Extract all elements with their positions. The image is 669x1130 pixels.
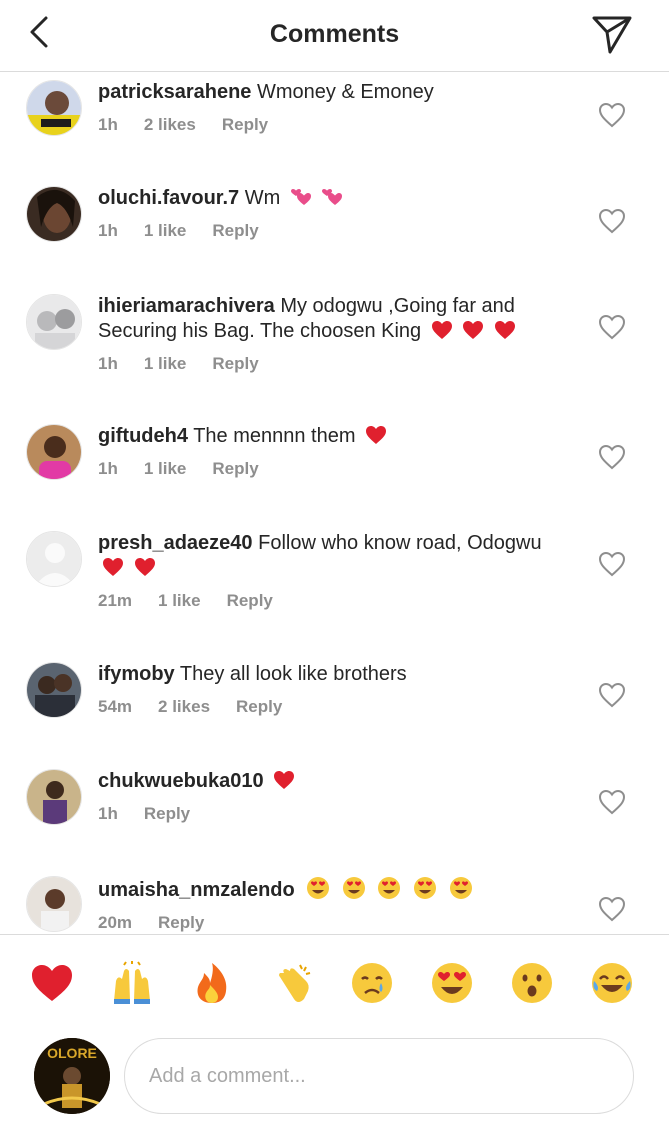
comment-item: presh_adaeze40 Follow who know road, Odo… [0, 527, 669, 647]
avatar[interactable] [26, 294, 82, 350]
red-heart-emoji [463, 321, 484, 339]
avatar-logo-text: OLORE [47, 1045, 97, 1061]
red-heart-emoji [366, 426, 387, 444]
red-heart-emoji [274, 771, 295, 789]
comment-composer: OLORE Add a comment... [0, 1032, 669, 1130]
avatar[interactable] [26, 662, 82, 718]
likes-count[interactable]: 1 like [144, 459, 187, 478]
red-heart-emoji [134, 558, 155, 576]
comment-time: 1h [98, 459, 118, 478]
like-heart-icon[interactable] [598, 896, 626, 922]
reply-button[interactable]: Reply [144, 804, 190, 823]
avatar[interactable] [26, 424, 82, 480]
comment-text: The mennnn them [193, 425, 356, 447]
comment-item: patricksarahene Wmoney & Emoney 1h 2 like… [0, 76, 669, 176]
comment-time: 1h [98, 115, 118, 134]
top-bar: Comments [0, 0, 669, 72]
reply-button[interactable]: Reply [222, 115, 268, 134]
heart-eyes-emoji [342, 877, 365, 899]
red-heart-emoji [103, 558, 123, 576]
page-title: Comments [269, 20, 400, 48]
comment-item: umaisha_nmzalendo 20m Reply [0, 872, 669, 932]
like-heart-icon[interactable] [598, 208, 626, 234]
comment-time: 21m [98, 591, 133, 610]
avatar[interactable] [26, 876, 82, 932]
comment-username[interactable]: patricksarahene [98, 81, 251, 103]
comment-item: oluchi.favour.7 Wm 1h 1 like Reply [0, 182, 669, 282]
two-hearts-emoji [290, 189, 311, 205]
paper-plane-icon[interactable] [588, 12, 636, 56]
avatar[interactable] [26, 769, 82, 825]
red-heart-emoji[interactable] [30, 961, 74, 1005]
reply-button[interactable]: Reply [158, 913, 204, 932]
heart-eyes-emoji [307, 877, 330, 899]
like-heart-icon[interactable] [598, 551, 626, 577]
likes-count[interactable]: 1 like [144, 221, 187, 240]
red-heart-emoji [431, 321, 452, 339]
comment-time: 1h [98, 354, 118, 373]
comment-username[interactable]: chukwuebuka010 [98, 770, 264, 792]
comment-text: Wmoney & Emoney [256, 81, 434, 103]
surprised-face-emoji[interactable] [510, 961, 554, 1005]
red-heart-emoji [494, 321, 515, 339]
likes-count[interactable]: 2 likes [158, 697, 210, 716]
current-user-avatar[interactable]: OLORE [34, 1038, 110, 1114]
reply-button[interactable]: Reply [212, 459, 258, 478]
reply-button[interactable]: Reply [227, 591, 273, 610]
raising-hands-emoji[interactable] [110, 961, 154, 1005]
comment-placeholder: Add a comment... [149, 1065, 306, 1087]
comment-time: 1h [98, 804, 118, 823]
heart-eyes-emoji [449, 877, 472, 899]
comment-item: ihieriamarachivera My odogwu ,Going far … [0, 290, 669, 410]
like-heart-icon[interactable] [598, 444, 626, 470]
comments-list[interactable]: patricksarahene Wmoney & Emoney 1h 2 like… [0, 72, 669, 932]
likes-count[interactable]: 2 likes [144, 115, 196, 134]
heart-eyes-emoji [413, 877, 436, 899]
comment-item: ifymoby They all look like brothers 54m 2… [0, 658, 669, 758]
heart-eyes-emoji[interactable] [430, 961, 474, 1005]
reply-button[interactable]: Reply [212, 221, 258, 240]
avatar[interactable] [26, 80, 82, 136]
add-comment-input[interactable]: Add a comment... [124, 1038, 634, 1114]
avatar[interactable] [26, 531, 82, 587]
like-heart-icon[interactable] [598, 314, 626, 340]
comment-text: Wm [244, 187, 281, 209]
crying-face-emoji[interactable] [350, 961, 394, 1005]
comment-username[interactable]: ihieriamarachivera [98, 295, 275, 317]
comment-time: 54m [98, 697, 133, 716]
comment-username[interactable]: giftudeh4 [98, 425, 188, 447]
comment-item: chukwuebuka010 1h Reply [0, 765, 669, 865]
comment-time: 1h [98, 221, 118, 240]
comment-text: Follow who know road, Odogwu [258, 532, 542, 554]
like-heart-icon[interactable] [598, 789, 626, 815]
comment-username[interactable]: umaisha_nmzalendo [98, 879, 295, 901]
comment-username[interactable]: ifymoby [98, 663, 175, 685]
reply-button[interactable]: Reply [236, 697, 282, 716]
clapping-hands-emoji[interactable] [270, 961, 314, 1005]
like-heart-icon[interactable] [598, 102, 626, 128]
comment-text: They all look like brothers [179, 663, 407, 685]
fire-emoji[interactable] [190, 961, 234, 1005]
comment-item: giftudeh4 The mennnn them 1h 1 like Reply [0, 420, 669, 520]
two-hearts-emoji [322, 189, 343, 205]
likes-count[interactable]: 1 like [158, 591, 201, 610]
comment-username[interactable]: presh_adaeze40 [98, 532, 253, 554]
reply-button[interactable]: Reply [212, 354, 258, 373]
quick-reactions-bar [0, 934, 669, 1032]
comment-time: 20m [98, 913, 133, 932]
like-heart-icon[interactable] [598, 682, 626, 708]
avatar[interactable] [26, 186, 82, 242]
heart-eyes-emoji [378, 877, 401, 899]
likes-count[interactable]: 1 like [144, 354, 187, 373]
tears-of-joy-emoji[interactable] [590, 961, 634, 1005]
comment-username[interactable]: oluchi.favour.7 [98, 187, 239, 209]
